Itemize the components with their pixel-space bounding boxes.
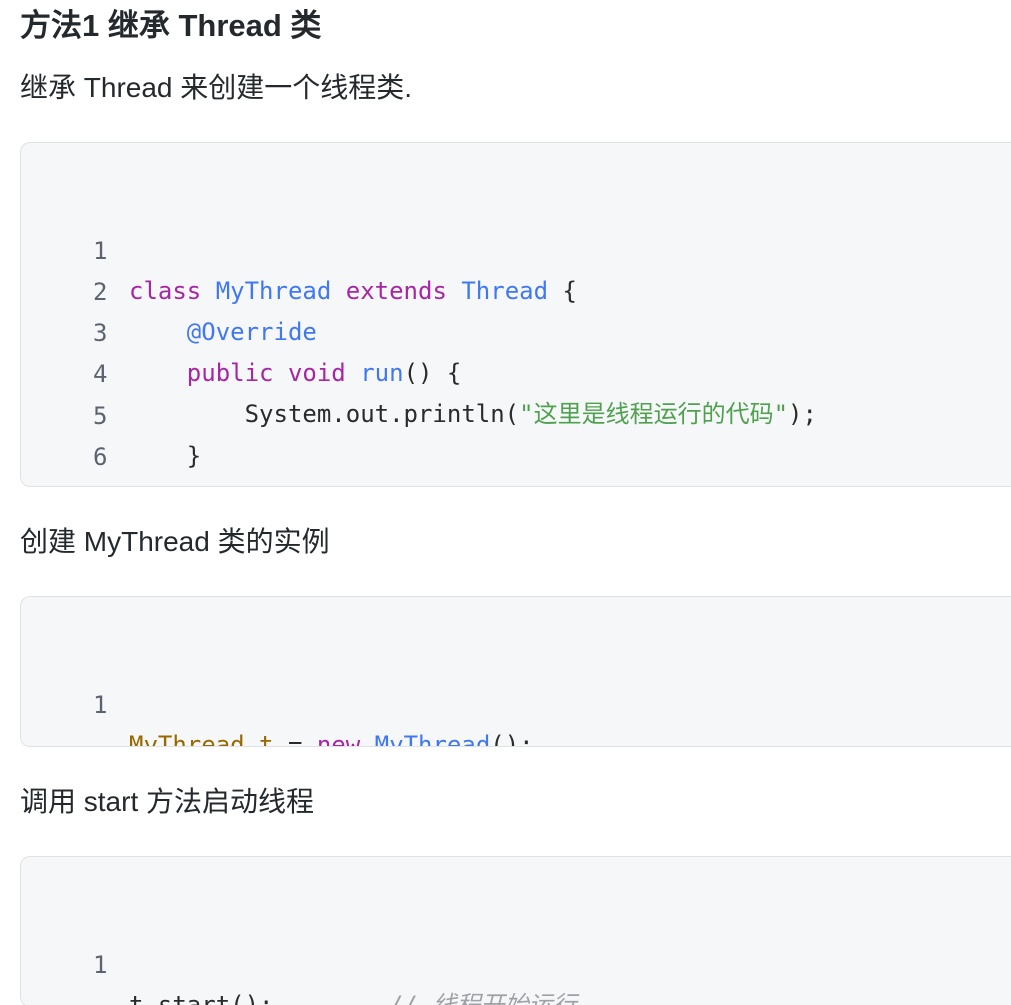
code-line: 1 class MyThread extends Thread {: [21, 191, 577, 305]
code-type: MyThread: [215, 277, 332, 305]
line-number: 3: [93, 319, 108, 347]
code-line: 1 t.start(); // 线程开始运行: [21, 905, 576, 1005]
code-line: 3 public void run() {: [21, 273, 461, 387]
intro-text: 继承 Thread 来创建一个线程类.: [20, 72, 413, 103]
code-punctuation: }: [186, 442, 202, 470]
code-line: 4 System.out.println("这里是线程运行的代码");: [21, 314, 817, 428]
code-keyword: void: [287, 359, 346, 387]
code-line: 2 @Override: [21, 232, 317, 346]
line-number: 4: [93, 360, 108, 388]
line-number: 1: [93, 951, 108, 979]
line-number: 6: [93, 443, 108, 471]
code-line: 6 }: [21, 397, 143, 486]
code-line: 1 MyThread t = new MyThread();: [21, 645, 534, 746]
step-start-thread-text: 调用 start 方法启动线程: [20, 786, 315, 817]
code-block-instance[interactable]: 1 MyThread t = new MyThread();: [20, 596, 1011, 747]
code-comment: // 线程开始运行: [389, 991, 577, 1005]
line-number: 1: [93, 691, 108, 719]
line-number: 1: [93, 237, 108, 265]
code-operator: =: [273, 731, 317, 747]
code-punctuation: ();: [490, 731, 534, 747]
code-type: Thread: [461, 277, 549, 305]
code-plain: System.out.println(: [244, 400, 520, 428]
code-block-start[interactable]: 1 t.start(); // 线程开始运行: [20, 856, 1011, 1005]
code-keyword: new: [316, 731, 361, 747]
code-plain: t.start();: [129, 991, 274, 1005]
code-keyword: class: [129, 277, 202, 305]
code-class-name: MyThread: [129, 731, 245, 747]
code-variable: t: [244, 731, 274, 747]
code-punctuation: () {: [403, 359, 462, 387]
code-punctuation: {: [548, 277, 577, 305]
step-create-instance-text: 创建 MyThread 类的实例: [20, 526, 330, 557]
code-block-thread-class[interactable]: 1 class MyThread extends Thread { 2 @Ove…: [20, 142, 1011, 487]
code-type: MyThread: [374, 731, 491, 747]
code-punctuation: );: [788, 400, 817, 428]
line-number: 5: [93, 402, 108, 430]
code-string: "这里是线程运行的代码": [519, 400, 789, 428]
section-title: 方法1 继承 Thread 类: [20, 8, 322, 43]
code-function: run: [360, 359, 404, 387]
code-keyword: public: [186, 359, 274, 387]
code-line: 5 }: [21, 356, 201, 470]
code-keyword: extends: [345, 277, 447, 305]
code-annotation: @Override: [186, 318, 317, 346]
line-number: 2: [93, 278, 108, 306]
code-punctuation: }: [129, 483, 143, 486]
